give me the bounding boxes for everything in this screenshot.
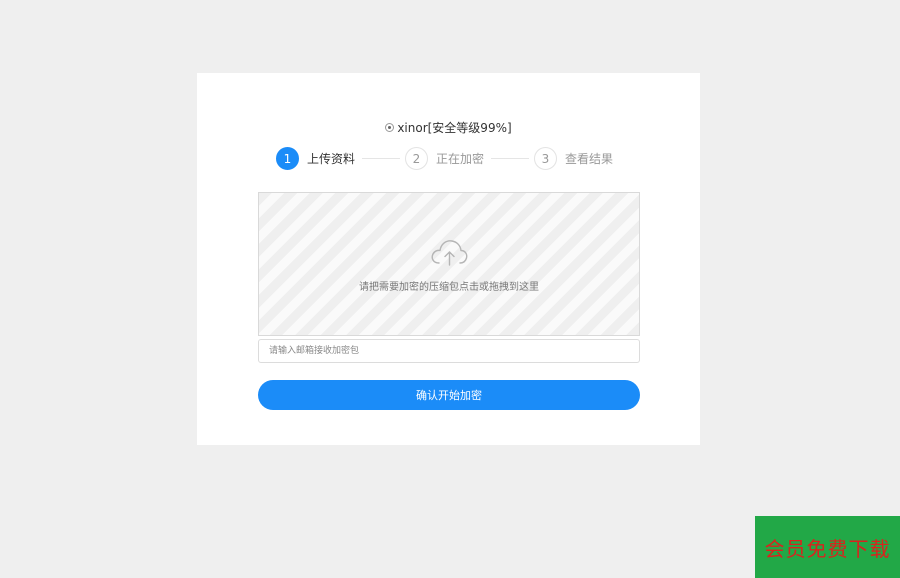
step-1-label: 上传资料: [307, 152, 356, 166]
member-download-badge[interactable]: 会员免费下载: [755, 516, 900, 578]
step-connector: [362, 158, 400, 159]
email-field[interactable]: [258, 339, 640, 363]
dropzone-hint: 请把需要加密的压缩包点击或拖拽到这里: [359, 282, 539, 293]
step-2-number: 2: [405, 147, 428, 170]
encryption-option-label: xinor[安全等级99%]: [397, 121, 512, 135]
member-download-text: 会员免费下载: [764, 536, 891, 561]
start-encrypt-button[interactable]: 确认开始加密: [258, 380, 640, 410]
step-upload: 1 上传资料: [276, 146, 355, 171]
step-3-number: 3: [534, 147, 557, 170]
step-connector: [491, 158, 529, 159]
radio-selected-icon[interactable]: [385, 123, 395, 132]
cloud-upload-icon: [431, 240, 468, 266]
step-result: 3 查看结果: [534, 146, 613, 171]
encryption-option[interactable]: xinor[安全等级99%]: [197, 119, 700, 136]
encrypt-card: xinor[安全等级99%] 1 上传资料 2 正在加密 3 查看结果 请把需要…: [197, 73, 700, 445]
step-2-label: 正在加密: [436, 152, 485, 166]
file-dropzone[interactable]: 请把需要加密的压缩包点击或拖拽到这里: [258, 192, 640, 336]
step-encrypting: 2 正在加密: [405, 146, 484, 171]
step-3-label: 查看结果: [565, 152, 614, 166]
progress-steps: 1 上传资料 2 正在加密 3 查看结果: [276, 146, 636, 171]
step-1-number: 1: [276, 147, 299, 170]
